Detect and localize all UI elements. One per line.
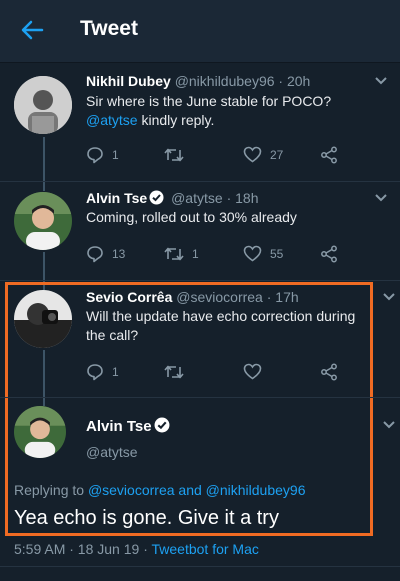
share-icon [321, 245, 337, 263]
reply-icon [87, 364, 103, 381]
share-icon [321, 363, 337, 381]
user-handle: @atytse [86, 444, 138, 460]
tweet-actions: 1 [0, 363, 400, 383]
page-title: Tweet [80, 17, 138, 40]
tweet-actions: 1 27 [0, 146, 400, 166]
timestamp: 5:59 AM · 18 Jun 19 · [14, 541, 148, 557]
retweet-button[interactable]: 1 [164, 245, 199, 263]
tweet-text: Coming, rolled out to 30% already [86, 209, 297, 225]
tweet-time: 18h [235, 190, 259, 206]
retweet-icon [164, 148, 184, 162]
like-button[interactable] [243, 363, 270, 380]
reply-count: 13 [112, 247, 126, 261]
chevron-down-icon[interactable] [382, 420, 396, 430]
avatar[interactable] [14, 76, 72, 134]
display-name[interactable]: Nikhil Dubey [86, 73, 171, 89]
avatar[interactable] [14, 406, 66, 458]
verified-icon [154, 417, 170, 433]
retweet-button[interactable] [164, 363, 192, 381]
retweet-icon [164, 365, 184, 379]
user-handle: @seviocorrea [176, 289, 263, 305]
tweet-actions: 13 1 55 [0, 245, 400, 265]
tweet-time: 20h [286, 73, 311, 89]
avatar[interactable] [14, 192, 72, 250]
tweet-meta: 5:59 AM · 18 Jun 19 · Tweetbot for Mac [14, 541, 259, 557]
chevron-down-icon[interactable] [382, 292, 396, 302]
mention-link[interactable]: @nikhildubey96 [206, 482, 306, 498]
mention-link[interactable]: @atytse [86, 112, 138, 128]
share-button[interactable] [320, 363, 346, 381]
display-name[interactable]: Alvin Tse [86, 190, 147, 206]
chevron-down-icon[interactable] [374, 193, 388, 203]
reply-count: 1 [112, 148, 119, 162]
reply-button[interactable]: 1 [86, 146, 119, 164]
retweet-count: 1 [192, 247, 199, 261]
divider [0, 566, 400, 567]
tweet-header: Sevio Corrêa @seviocorrea · 17h [86, 289, 299, 305]
reply-button[interactable]: 1 [86, 363, 119, 381]
back-arrow-icon[interactable] [18, 16, 46, 44]
like-icon [243, 245, 262, 262]
reply-icon [87, 147, 103, 164]
reply-icon [87, 246, 103, 263]
like-count: 55 [270, 246, 284, 261]
user-handle: @atytse [171, 190, 223, 206]
like-icon [243, 363, 262, 380]
user-handle: @nikhildubey96 [174, 73, 275, 89]
display-name[interactable]: Sevio Corrêa [86, 289, 172, 305]
share-icon [321, 146, 337, 164]
tweet-header: Alvin Tse @atytse · 18h [86, 190, 259, 206]
chevron-down-icon[interactable] [374, 76, 388, 86]
display-name[interactable]: Alvin Tse [86, 417, 173, 435]
divider [0, 397, 400, 398]
share-button[interactable] [320, 146, 346, 164]
verified-icon [149, 190, 164, 205]
like-icon [243, 146, 262, 163]
tweet-text: Yea echo is gone. Give it a try [14, 507, 279, 529]
tweet-time: 17h [275, 289, 299, 305]
like-button[interactable]: 55 [243, 245, 283, 262]
client-link[interactable]: Tweetbot for Mac [152, 541, 259, 557]
tweet-text: Sir where is the June stable for POCO? @… [86, 93, 332, 128]
like-button[interactable]: 27 [243, 146, 283, 163]
like-count: 27 [270, 147, 284, 162]
reply-count: 1 [112, 365, 119, 379]
mention-link[interactable]: @seviocorrea [88, 482, 175, 498]
divider [0, 280, 400, 281]
replying-to: Replying to @seviocorrea and @nikhildube… [14, 482, 306, 498]
tweet-text: Will the update have echo correction dur… [86, 308, 356, 343]
reply-button[interactable]: 13 [86, 245, 125, 263]
divider [0, 181, 400, 182]
app-header: Tweet [0, 0, 400, 62]
share-button[interactable] [320, 245, 346, 263]
retweet-button[interactable] [164, 146, 192, 164]
retweet-icon [164, 247, 184, 261]
avatar[interactable] [14, 290, 72, 348]
tweet-header: Nikhil Dubey @nikhildubey96 · 20h [86, 73, 311, 89]
